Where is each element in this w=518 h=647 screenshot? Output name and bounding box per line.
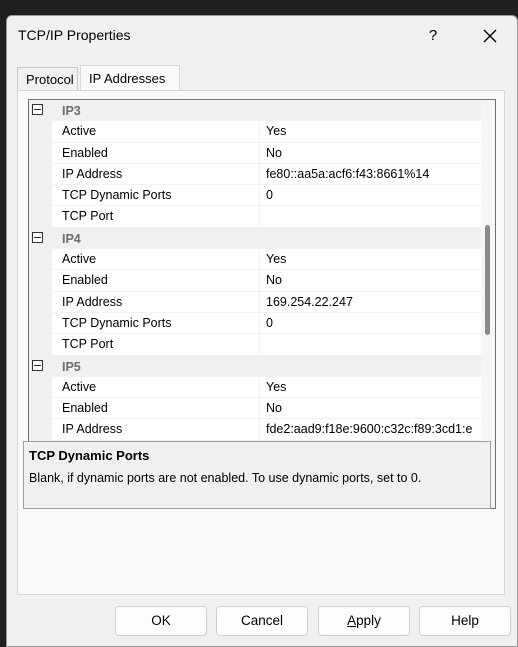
help-button[interactable]: ?: [419, 22, 447, 50]
property-row[interactable]: IP Address fde2:aad9:f18e:9600:c32c:f89:3…: [29, 419, 482, 441]
property-name: TCP Dynamic Ports: [52, 312, 260, 335]
row-gutter: [29, 398, 52, 420]
property-name: Active: [52, 121, 260, 143]
tab-protocol[interactable]: Protocol: [17, 67, 78, 91]
row-gutter: [29, 291, 52, 313]
property-value[interactable]: 169.254.22.247: [260, 292, 482, 313]
category-label: IP3: [62, 104, 81, 118]
row-gutter: [29, 163, 52, 186]
help-dialog-button[interactable]: Help: [419, 606, 511, 636]
property-value[interactable]: Yes: [260, 249, 482, 271]
row-gutter: [29, 312, 52, 335]
close-icon: [483, 29, 497, 43]
category-row-ip3[interactable]: IP3: [29, 100, 482, 122]
row-gutter: [29, 249, 52, 271]
scrollbar-thumb[interactable]: [485, 225, 490, 335]
collapse-toggle-icon[interactable]: [32, 104, 43, 115]
row-gutter: [29, 270, 52, 292]
property-name: IP Address: [52, 163, 260, 186]
property-name: Enabled: [52, 270, 260, 292]
row-gutter: [29, 419, 52, 441]
property-value[interactable]: 0: [260, 185, 482, 207]
category-label: IP5: [62, 359, 81, 374]
tab-ip-addresses[interactable]: IP Addresses: [80, 65, 180, 91]
collapse-toggle-icon[interactable]: [32, 359, 43, 371]
property-name: TCP Port: [52, 206, 260, 228]
row-gutter: [29, 376, 52, 399]
property-row[interactable]: Active Yes: [29, 121, 482, 143]
property-value[interactable]: [260, 334, 482, 356]
row-gutter: [29, 334, 52, 356]
row-gutter: [29, 206, 52, 228]
category-row-ip5[interactable]: IP5: [29, 355, 482, 377]
ok-button[interactable]: OK: [115, 606, 207, 636]
property-name: Active: [52, 376, 260, 399]
title-bar: TCP/IP Properties ?: [7, 16, 517, 56]
property-name: TCP Dynamic Ports: [52, 185, 260, 207]
property-value[interactable]: [260, 206, 482, 228]
property-name: Active: [52, 249, 260, 271]
row-gutter: [29, 121, 52, 143]
apply-mnemonic: A: [347, 613, 357, 628]
category-row-ip4[interactable]: IP4: [29, 227, 482, 250]
apply-label-rest: pply: [356, 613, 381, 628]
property-name: TCP Port: [52, 334, 260, 356]
property-value[interactable]: Yes: [260, 377, 482, 399]
category-label: IP4: [62, 231, 81, 246]
window-title: TCP/IP Properties: [18, 27, 131, 43]
property-row[interactable]: TCP Port: [29, 334, 482, 356]
description-text: Blank, if dynamic ports are not enabled.…: [29, 471, 422, 485]
property-name: Enabled: [52, 142, 260, 164]
property-row[interactable]: TCP Dynamic Ports0: [29, 312, 482, 335]
collapse-toggle-icon[interactable]: [32, 231, 43, 243]
property-row[interactable]: IP Address 169.254.22.247: [29, 291, 482, 313]
close-button[interactable]: [473, 22, 507, 50]
apply-button[interactable]: Apply: [318, 606, 410, 636]
description-box: TCP Dynamic Ports Blank, if dynamic port…: [23, 441, 491, 509]
property-value[interactable]: 0: [260, 313, 482, 335]
property-row[interactable]: Enabled No: [29, 142, 482, 164]
ip-addresses-panel: IP3 Active Yes Enabled No IP Address fe80::aa5…: [17, 90, 505, 595]
property-row[interactable]: Enabled No: [29, 270, 482, 292]
property-row[interactable]: TCP Port: [29, 206, 482, 228]
property-value[interactable]: fde2:aad9:f18e:9600:c32c:f89:3cd1:e: [260, 419, 482, 441]
row-gutter: [29, 185, 52, 207]
property-row[interactable]: Active Yes: [29, 376, 482, 399]
property-value[interactable]: No: [260, 143, 482, 164]
property-value[interactable]: fe80::aa5a:acf6:f43:8661%14: [260, 164, 482, 186]
tcpip-properties-dialog: TCP/IP Properties ? Protocol IP Addresse…: [6, 15, 518, 647]
property-name: Enabled: [52, 398, 260, 420]
property-value[interactable]: No: [260, 398, 482, 420]
property-row[interactable]: Active Yes: [29, 249, 482, 271]
property-value[interactable]: No: [260, 270, 482, 292]
property-value[interactable]: Yes: [260, 121, 482, 143]
property-row[interactable]: Enabled No: [29, 398, 482, 420]
property-name: IP Address: [52, 419, 260, 441]
property-row[interactable]: TCP Dynamic Ports0: [29, 185, 482, 207]
cancel-button[interactable]: Cancel: [216, 606, 308, 636]
description-title: TCP Dynamic Ports: [29, 448, 150, 463]
row-gutter: [29, 142, 52, 164]
property-row[interactable]: IP Address fe80::aa5a:acf6:f43:8661%14: [29, 163, 482, 186]
property-name: IP Address: [52, 291, 260, 313]
